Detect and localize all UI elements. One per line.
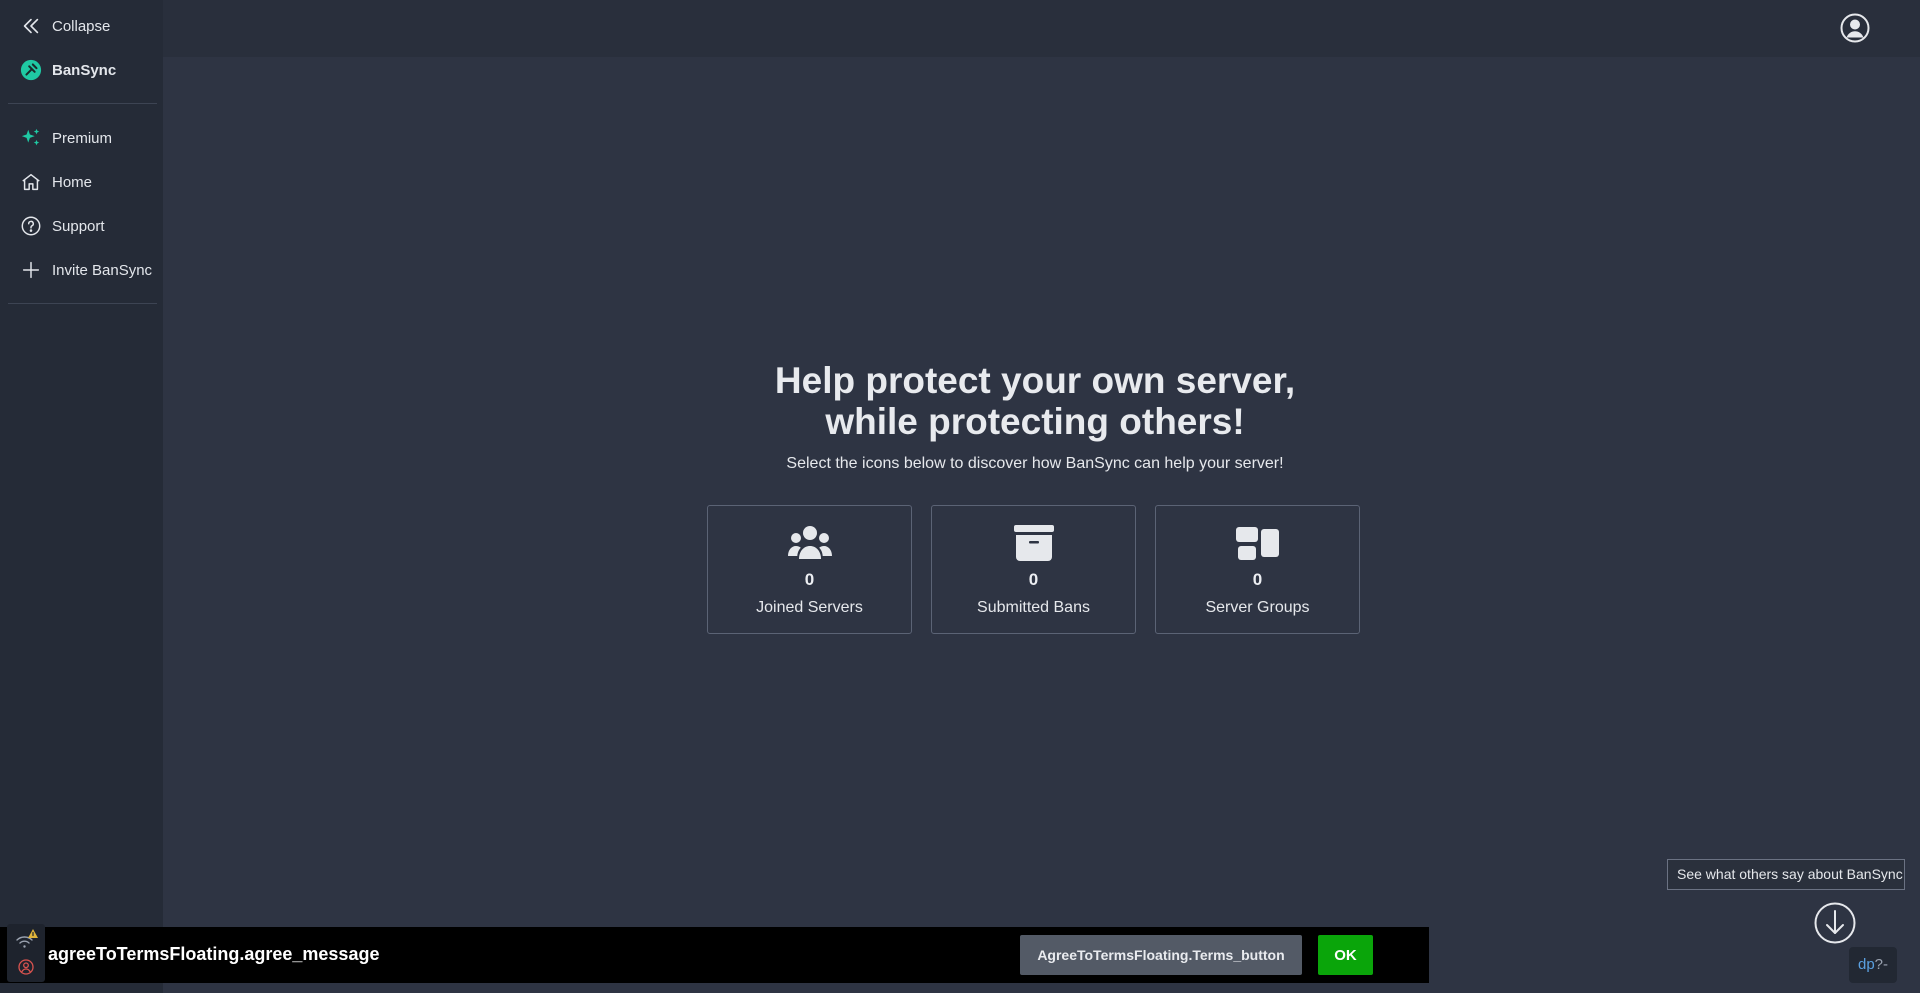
server-groups-count: 0 xyxy=(1252,570,1263,589)
sidebar-item-label: Home xyxy=(52,173,93,191)
user-avatar-icon[interactable] xyxy=(1840,13,1870,43)
sidebar-item-label: Invite BanSync xyxy=(52,261,153,279)
home-icon xyxy=(20,171,42,193)
sidebar-item-home[interactable]: Home xyxy=(20,168,92,196)
terms-button[interactable]: AgreeToTermsFloating.Terms_button xyxy=(1020,935,1302,975)
submitted-bans-card[interactable]: 0 Submitted Bans xyxy=(931,505,1136,634)
joined-servers-card[interactable]: 0 Joined Servers xyxy=(707,505,912,634)
brand-link[interactable]: BanSync xyxy=(20,56,116,84)
sparkles-icon xyxy=(20,127,42,149)
server-groups-card[interactable]: 0 Server Groups xyxy=(1155,505,1360,634)
joined-servers-label: Joined Servers xyxy=(756,599,863,616)
dp-widget-suffix: ?- xyxy=(1874,956,1889,973)
sidebar-item-label: Premium xyxy=(52,129,113,147)
collapse-label: Collapse xyxy=(52,17,111,35)
archive-icon xyxy=(1012,525,1056,563)
sidebar-divider xyxy=(8,303,157,304)
brand-name: BanSync xyxy=(52,61,117,79)
sidebar-item-label: Support xyxy=(52,217,105,235)
users-icon xyxy=(787,525,832,563)
server-groups-label: Server Groups xyxy=(1205,599,1310,616)
user-alert-icon xyxy=(18,959,34,975)
reviews-link[interactable]: See what others say about BanSync xyxy=(1667,859,1905,890)
title-line-2: while protecting others! xyxy=(825,401,1245,442)
status-widget[interactable] xyxy=(7,924,45,982)
submitted-bans-count: 0 xyxy=(1028,570,1039,589)
bansync-logo-icon xyxy=(20,59,42,81)
page-subtitle: Select the icons below to discover how B… xyxy=(786,455,1284,472)
wifi-warning-icon xyxy=(15,928,39,950)
dp-widget[interactable]: dp?- xyxy=(1849,947,1897,983)
ok-button[interactable]: OK xyxy=(1318,935,1373,975)
sidebar-divider xyxy=(8,103,157,104)
double-chevron-left-icon xyxy=(20,15,42,37)
sidebar-item-support[interactable]: Support xyxy=(20,212,105,240)
groups-icon xyxy=(1235,525,1280,563)
sidebar: Collapse BanSync Premium Home Support In… xyxy=(0,0,163,993)
sidebar-item-premium[interactable]: Premium xyxy=(20,124,112,152)
help-circle-icon xyxy=(20,215,42,237)
plus-icon xyxy=(20,259,42,281)
top-bar xyxy=(163,0,1920,57)
agree-message: agreeToTermsFloating.agree_message xyxy=(48,944,380,964)
collapse-button[interactable]: Collapse xyxy=(20,12,110,40)
title-line-1: Help protect your own server, xyxy=(774,360,1296,401)
joined-servers-count: 0 xyxy=(804,570,815,589)
sidebar-item-invite[interactable]: Invite BanSync xyxy=(20,256,152,284)
dp-widget-brand: dp xyxy=(1857,956,1875,973)
agree-terms-bar: agreeToTermsFloating.agree_message Agree… xyxy=(0,927,1429,983)
submitted-bans-label: Submitted Bans xyxy=(977,599,1090,616)
page-title: Help protect your own server, while prot… xyxy=(700,360,1370,442)
scroll-down-icon[interactable] xyxy=(1814,902,1856,944)
